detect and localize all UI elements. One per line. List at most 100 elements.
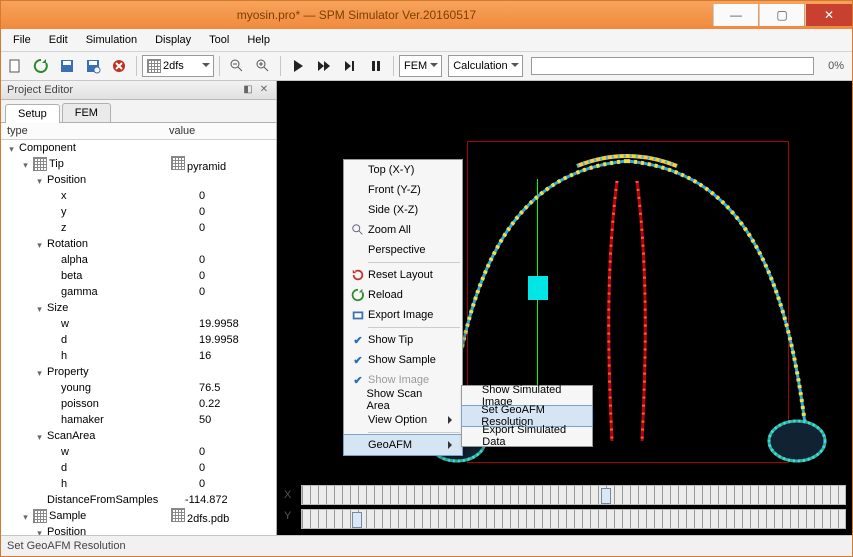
menu-item[interactable]: Top (X-Y) [344, 160, 462, 180]
menu-item[interactable]: Show Scan Area [344, 390, 462, 410]
col-type[interactable]: type [1, 123, 163, 139]
menu-display[interactable]: Display [147, 32, 199, 48]
tree-row[interactable]: ▾Position [1, 172, 276, 188]
tree-toggle[interactable]: ▾ [35, 368, 44, 377]
reload-button[interactable] [29, 54, 53, 78]
col-value[interactable]: value [163, 123, 276, 139]
menu-item[interactable]: ✔Show Tip [344, 330, 462, 350]
play-button[interactable] [286, 54, 310, 78]
tree-row[interactable]: y0 [1, 204, 276, 220]
save-button[interactable] [55, 54, 79, 78]
menu-item[interactable]: Zoom All [344, 220, 462, 240]
titlebar: myosin.pro* — SPM Simulator Ver.20160517… [1, 1, 852, 29]
tree-row[interactable]: h16 [1, 348, 276, 364]
tree-row[interactable]: ▾Component [1, 140, 276, 156]
tree-row[interactable]: alpha0 [1, 252, 276, 268]
tree-label: y [61, 206, 67, 218]
tree-row[interactable]: ▾Size [1, 300, 276, 316]
context-submenu[interactable]: Show Simulated ImageSet GeoAFM Resolutio… [461, 385, 593, 447]
tree-row[interactable]: x0 [1, 188, 276, 204]
zoom-out-button[interactable] [225, 54, 249, 78]
submenu-item[interactable]: Export Simulated Data [462, 426, 592, 446]
tree-toggle[interactable]: ▾ [35, 304, 44, 313]
new-button[interactable] [3, 54, 27, 78]
tree-row[interactable]: beta0 [1, 268, 276, 284]
menu-file[interactable]: File [5, 32, 39, 48]
saveas-button[interactable] [81, 54, 105, 78]
menu-item[interactable]: Reset Layout [344, 265, 462, 285]
export-icon [348, 308, 368, 322]
maximize-button[interactable]: ▢ [759, 4, 804, 26]
menu-label: Show Tip [368, 334, 413, 346]
menu-help[interactable]: Help [239, 32, 278, 48]
menu-tool[interactable]: Tool [201, 32, 237, 48]
tree-toggle[interactable]: ▾ [35, 528, 44, 536]
menu-label: Export Image [368, 309, 433, 321]
tree-row[interactable]: d0 [1, 460, 276, 476]
submenu-item[interactable]: Show Simulated Image [462, 386, 592, 406]
menu-label: Reload [368, 289, 403, 301]
tree-row[interactable]: ▾ScanArea [1, 428, 276, 444]
check-icon: ✔ [348, 334, 368, 347]
menu-simulation[interactable]: Simulation [78, 32, 145, 48]
panel-float-button[interactable]: ◧ [242, 84, 254, 96]
method-label: 2dfs [163, 60, 184, 72]
close-button[interactable]: ✕ [805, 4, 852, 26]
tree-row[interactable]: ▾Tippyramid [1, 156, 276, 172]
skip-button[interactable] [338, 54, 362, 78]
tree-label: poisson [61, 398, 99, 410]
mode-dropdown[interactable]: FEM [399, 55, 442, 77]
tree-row[interactable]: w19.9958 [1, 316, 276, 332]
menu-edit[interactable]: Edit [41, 32, 76, 48]
tree-row[interactable]: hamaker50 [1, 412, 276, 428]
menu-item[interactable]: Reload [344, 285, 462, 305]
tree-toggle[interactable]: ▾ [35, 432, 44, 441]
tree-toggle [49, 224, 58, 233]
menu-item[interactable]: Front (Y-Z) [344, 180, 462, 200]
tree-body[interactable]: ▾Component▾Tippyramid▾Positionx0y0z0▾Rot… [1, 140, 276, 535]
tree-row[interactable]: poisson0.22 [1, 396, 276, 412]
close-project-button[interactable] [107, 54, 131, 78]
panel-close-button[interactable]: ✕ [258, 84, 270, 96]
tree-row[interactable]: ▾Property [1, 364, 276, 380]
tree-row[interactable]: young76.5 [1, 380, 276, 396]
menu-item[interactable]: Side (X-Z) [344, 200, 462, 220]
tree-row[interactable]: ▾Position [1, 524, 276, 535]
zoom-in-button[interactable] [251, 54, 275, 78]
tree-row[interactable]: ▾Rotation [1, 236, 276, 252]
tree-label: x [61, 190, 67, 202]
tree-row[interactable]: DistanceFromSamples-114.872 [1, 492, 276, 508]
tree-toggle[interactable]: ▾ [7, 144, 16, 153]
pause-button[interactable] [364, 54, 388, 78]
menu-item[interactable]: View Option [344, 410, 462, 430]
x-slider[interactable] [301, 485, 846, 505]
context-menu[interactable]: Top (X-Y)Front (Y-Z)Side (X-Z)Zoom AllPe… [343, 159, 463, 456]
menu-item[interactable]: ✔Show Sample [344, 350, 462, 370]
tree-row[interactable]: h0 [1, 476, 276, 492]
y-slider[interactable] [301, 509, 846, 529]
method-dropdown[interactable]: 2dfs [142, 55, 214, 77]
menu-item[interactable]: Export Image [344, 305, 462, 325]
x-thumb[interactable] [601, 488, 611, 504]
tree-toggle[interactable]: ▾ [35, 176, 44, 185]
y-thumb[interactable] [352, 512, 362, 528]
check-icon: ✔ [348, 354, 368, 367]
tree-toggle[interactable]: ▾ [35, 240, 44, 249]
tree-toggle[interactable]: ▾ [21, 160, 30, 169]
tree-toggle [49, 384, 58, 393]
menu-item[interactable]: Perspective [344, 240, 462, 260]
tree-row[interactable]: ▾Sample2dfs.pdb [1, 508, 276, 524]
tree-row[interactable]: z0 [1, 220, 276, 236]
tree-row[interactable]: gamma0 [1, 284, 276, 300]
tree-toggle[interactable]: ▾ [21, 512, 30, 521]
calc-dropdown[interactable]: Calculation [448, 55, 522, 77]
tab-setup[interactable]: Setup [5, 104, 60, 123]
3d-viewport[interactable]: Top (X-Y)Front (Y-Z)Side (X-Z)Zoom AllPe… [277, 81, 852, 485]
tab-fem[interactable]: FEM [62, 103, 111, 122]
fast-button[interactable] [312, 54, 336, 78]
tree-row[interactable]: w0 [1, 444, 276, 460]
minimize-button[interactable]: — [713, 4, 758, 26]
tree-label: alpha [61, 254, 88, 266]
menu-item[interactable]: GeoAFM [343, 434, 463, 456]
tree-row[interactable]: d19.9958 [1, 332, 276, 348]
